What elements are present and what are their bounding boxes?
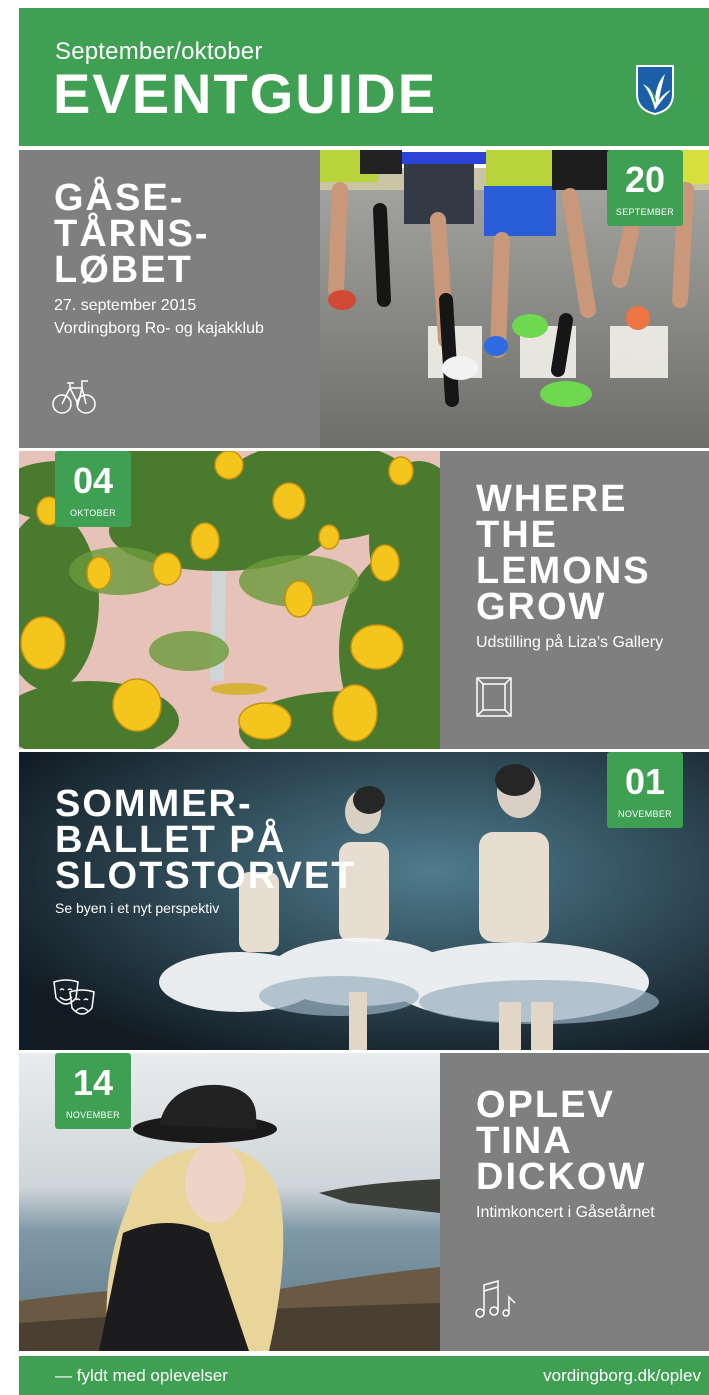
event-card-gaasetaarnsloebet[interactable]: GÅSE- TÅRNS- LØBET 27. september 2015 Vo… bbox=[19, 150, 709, 448]
event-title: SOMMER- BALLET PÅ SLOTSTORVET bbox=[55, 783, 357, 898]
page-title: EVENTGUIDE bbox=[53, 62, 438, 125]
event-date-month: NOVEMBER bbox=[66, 1110, 120, 1120]
event-date-badge: 14 NOVEMBER bbox=[55, 1053, 131, 1129]
event-subtitle: Udstilling på Liza's Gallery bbox=[476, 634, 664, 652]
event-date-month: OKTOBER bbox=[70, 508, 116, 518]
event-date-month: NOVEMBER bbox=[618, 809, 672, 819]
event-title: WHERE THE LEMONS GROW bbox=[476, 478, 651, 629]
picture-frame-icon bbox=[476, 677, 512, 717]
event-date-badge: 04 OKTOBER bbox=[55, 451, 131, 527]
event-date-day: 04 bbox=[72, 460, 114, 501]
municipality-logo-icon bbox=[636, 65, 674, 116]
event-card-where-the-lemons-grow[interactable]: WHERE THE LEMONS GROW Udstilling på Liza… bbox=[19, 451, 709, 749]
music-notes-icon bbox=[475, 1280, 516, 1318]
event-subtitle: Intimkoncert i Gåsetårnet bbox=[476, 1204, 655, 1222]
event-info-panel: WHERE THE LEMONS GROW Udstilling på Liza… bbox=[440, 451, 709, 749]
event-card-sommerballet[interactable]: SOMMER- BALLET PÅ SLOTSTORVET Se byen i … bbox=[19, 752, 709, 1050]
header-banner: September/oktober EVENTGUIDE bbox=[19, 8, 709, 146]
event-title: OPLEV TINA DICKOW bbox=[476, 1084, 647, 1199]
event-date-badge: 20 SEPTEMBER bbox=[607, 150, 683, 226]
event-date-day: 01 bbox=[624, 761, 666, 802]
footer-bar: — fyldt med oplevelser vordingborg.dk/op… bbox=[19, 1356, 709, 1395]
footer-link[interactable]: vordingborg.dk/oplev bbox=[543, 1366, 701, 1386]
bicycle-icon bbox=[52, 380, 96, 414]
event-title: GÅSE- TÅRNS- LØBET bbox=[54, 177, 210, 292]
footer-tagline: — fyldt med oplevelser bbox=[55, 1366, 228, 1385]
event-date-day: 14 bbox=[72, 1062, 114, 1103]
event-info-panel: GÅSE- TÅRNS- LØBET 27. september 2015 Vo… bbox=[19, 150, 320, 448]
event-info-panel: OPLEV TINA DICKOW Intimkoncert i Gåsetår… bbox=[440, 1053, 709, 1351]
event-date-month: SEPTEMBER bbox=[615, 207, 675, 217]
event-subtitle: 27. september 2015 Vordingborg Ro- og ka… bbox=[54, 297, 264, 338]
theater-masks-icon bbox=[53, 979, 95, 1015]
event-date-day: 20 bbox=[624, 159, 666, 200]
event-card-tina-dickow[interactable]: OPLEV TINA DICKOW Intimkoncert i Gåsetår… bbox=[19, 1053, 709, 1351]
event-date-badge: 01 NOVEMBER bbox=[607, 752, 683, 828]
event-subtitle: Se byen i et nyt perspektiv bbox=[55, 900, 220, 917]
